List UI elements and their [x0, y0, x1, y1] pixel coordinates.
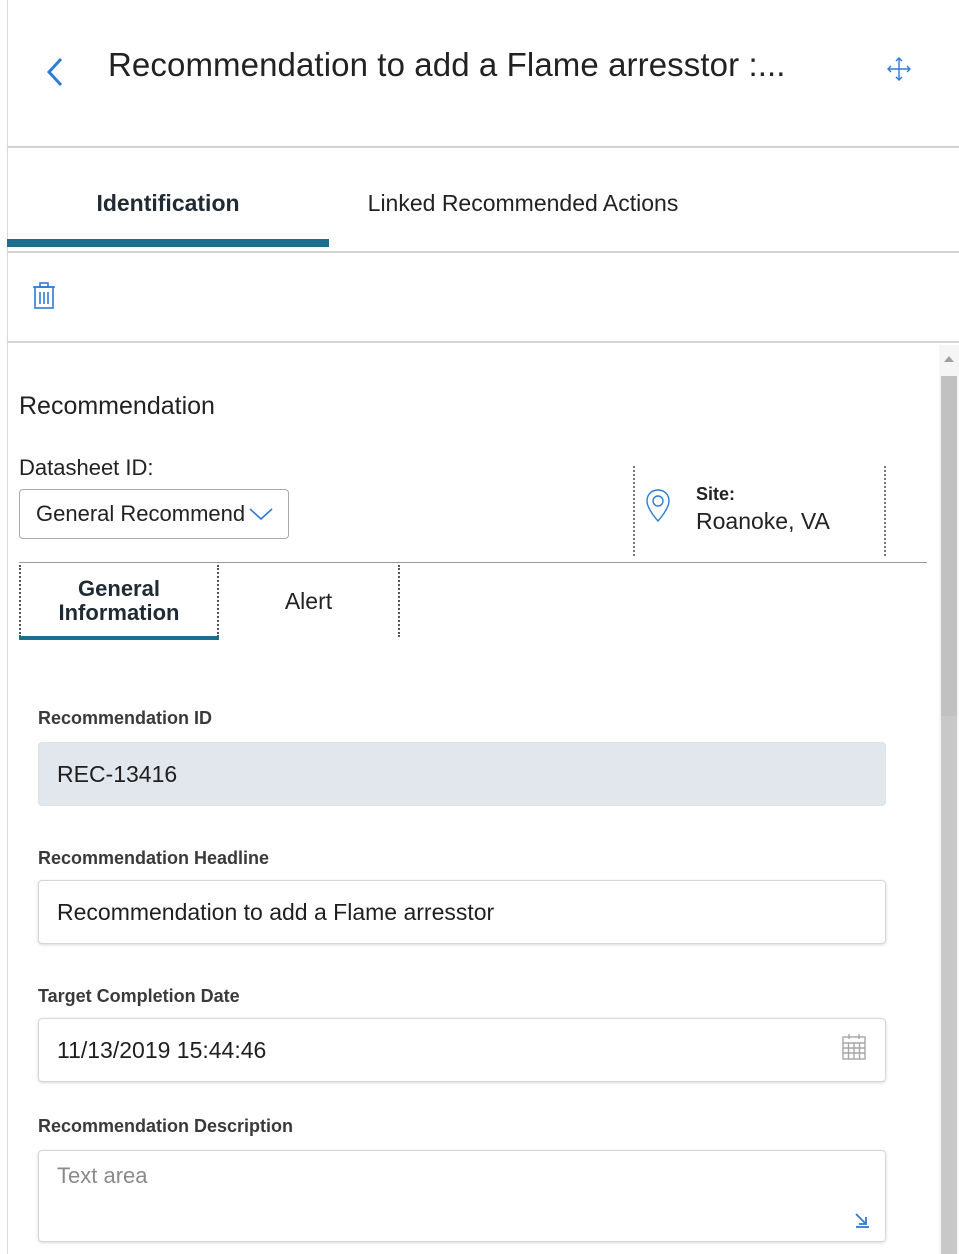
- site-value: Roanoke, VA: [696, 508, 830, 534]
- scrollbar-lower-track: [941, 716, 957, 1254]
- move-arrows-icon: [887, 57, 911, 81]
- tab-identification[interactable]: Identification: [7, 180, 329, 226]
- page-title: Recommendation to add a Flame arresstor …: [108, 46, 786, 83]
- description-textarea[interactable]: Text area: [38, 1150, 886, 1242]
- location-pin-icon: [644, 488, 672, 524]
- headline-label: Recommendation Headline: [38, 848, 270, 868]
- toolbar-divider: [7, 341, 959, 343]
- description-placeholder: Text area: [57, 1163, 148, 1188]
- datasheet-label: Datasheet ID:: [19, 455, 154, 480]
- site-label: Site:: [696, 484, 736, 504]
- triangle-up-icon: [944, 356, 954, 362]
- header-divider: [7, 146, 959, 148]
- tab-linked-recommended-actions[interactable]: Linked Recommended Actions: [329, 180, 717, 226]
- description-label: Recommendation Description: [38, 1116, 294, 1136]
- rec-id-field: REC-13416: [38, 742, 886, 806]
- scroll-up-button[interactable]: [941, 350, 957, 366]
- chevron-down-icon: [249, 508, 273, 521]
- active-tab-indicator: [7, 239, 329, 247]
- delete-button[interactable]: [28, 279, 60, 313]
- subtab-general-information[interactable]: General Information: [19, 565, 219, 637]
- rec-id-label: Recommendation ID: [38, 708, 213, 728]
- move-button[interactable]: [880, 52, 918, 86]
- subtab-alert[interactable]: Alert: [219, 565, 400, 637]
- calendar-icon[interactable]: [841, 1033, 867, 1061]
- expand-icon[interactable]: [853, 1211, 871, 1229]
- subtab-general-information-label: General Information: [58, 576, 180, 625]
- target-date-value: 11/13/2019 15:44:46: [57, 1036, 267, 1063]
- trash-icon: [33, 282, 55, 309]
- datasheet-select[interactable]: General Recommendation: [19, 489, 289, 539]
- section-title: Recommendation: [19, 392, 215, 420]
- scrollbar-thumb[interactable]: [941, 376, 957, 716]
- back-button[interactable]: [38, 52, 72, 92]
- tabs-divider: [7, 251, 959, 253]
- active-subtab-indicator: [19, 636, 219, 640]
- subtabs-divider: [19, 562, 927, 563]
- headline-input[interactable]: Recommendation to add a Flame arresstor: [38, 880, 886, 944]
- target-date-label: Target Completion Date: [38, 986, 240, 1006]
- chevron-left-icon: [46, 57, 63, 87]
- datasheet-selected-value: General Recommendation: [36, 501, 246, 526]
- target-date-input[interactable]: 11/13/2019 15:44:46: [38, 1018, 886, 1082]
